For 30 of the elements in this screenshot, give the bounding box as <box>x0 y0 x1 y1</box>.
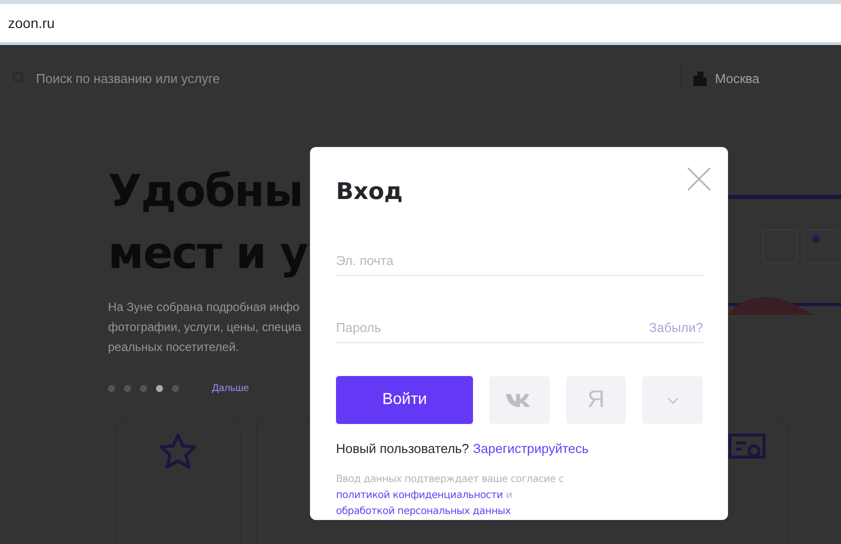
consent-text: Ввод данных подтверждает ваше согласие с <box>336 473 564 487</box>
more-options-button[interactable] <box>642 376 704 424</box>
carousel-dot[interactable] <box>124 385 131 392</box>
chevron-down-icon <box>666 396 679 404</box>
hero-description: На Зуне собрана подробная инфо <box>108 299 300 316</box>
login-button[interactable]: Войти <box>336 376 474 424</box>
hero-description: реальных посетителей. <box>108 339 240 356</box>
register-link[interactable]: Зарегистрируйтесь <box>473 441 589 456</box>
star-icon <box>159 433 197 469</box>
carousel-dot[interactable] <box>156 385 163 392</box>
consent-text: и <box>506 489 512 503</box>
carousel-dot[interactable] <box>108 385 115 392</box>
city-selector[interactable]: Москва <box>681 70 833 86</box>
policy-link[interactable]: обработкой персональных данных <box>336 504 511 520</box>
close-icon[interactable] <box>687 167 711 191</box>
input-field[interactable]: Пароль <box>336 320 650 334</box>
register-prompt: Новый пользователь? <box>336 441 470 456</box>
next-link[interactable]: Дальше <box>212 383 249 394</box>
input-field[interactable]: Эл. почта <box>336 252 703 268</box>
vk-logo-icon <box>506 393 532 407</box>
policy-link[interactable]: политикой конфиденциальности <box>336 488 503 504</box>
search-field[interactable]: Поиск по названию или услуге <box>34 70 338 86</box>
dialog-title: Вход <box>336 179 403 205</box>
url-text: zoon.ru <box>8 15 55 31</box>
vk-login-button[interactable] <box>489 376 550 424</box>
address-bar[interactable]: zoon.ru <box>0 0 841 45</box>
hero-description: фотографии, услуги, цены, специа <box>108 319 302 336</box>
carousel-dot[interactable] <box>172 385 179 392</box>
buildings-icon <box>693 70 707 86</box>
carousel-dot[interactable] <box>140 385 147 392</box>
